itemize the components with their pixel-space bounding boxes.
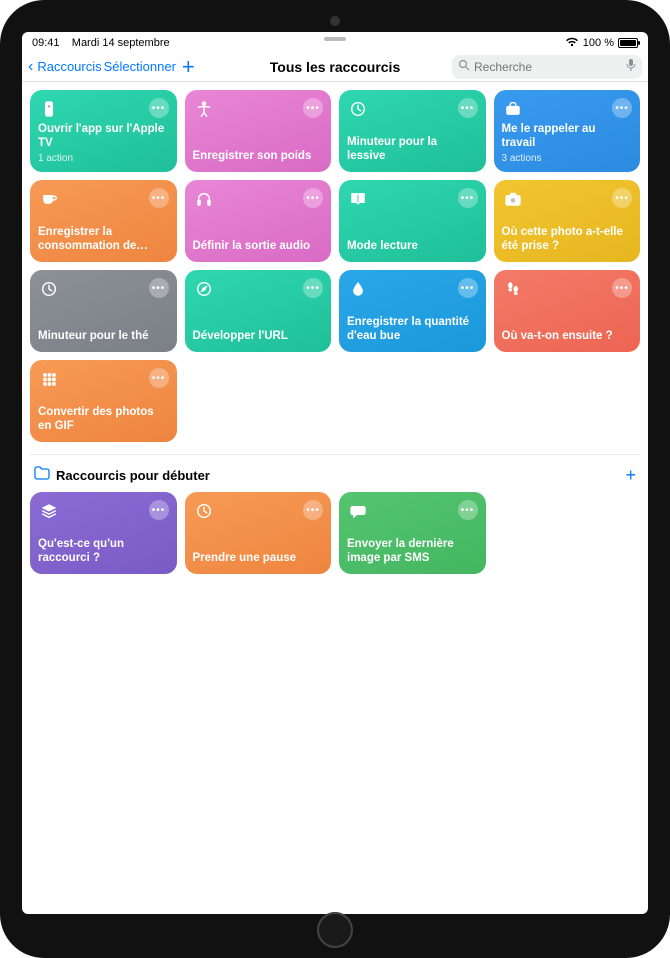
section-header[interactable]: Raccourcis pour débuter + (30, 454, 640, 492)
shortcut-tile[interactable]: ••• Ouvrir l'app sur l'Apple TV 1 action (30, 90, 177, 172)
more-icon[interactable]: ••• (303, 500, 323, 520)
tile-title: Mode lecture (347, 240, 478, 254)
more-icon[interactable]: ••• (303, 98, 323, 118)
clock-icon (38, 278, 60, 300)
shortcut-tile[interactable]: ••• Prendre une pause (185, 492, 332, 574)
more-icon[interactable]: ••• (303, 278, 323, 298)
appletv-remote-icon (38, 98, 60, 120)
content-scroll[interactable]: •••Ouvrir l'app sur l'Apple TV1 action••… (22, 82, 648, 914)
tile-title: Où cette photo a-t-elle été prise ? (502, 226, 633, 254)
wifi-icon (565, 37, 579, 50)
shortcut-tile[interactable]: ••• Mode lecture (339, 180, 486, 262)
tile-title: Prendre une pause (193, 552, 324, 566)
shortcut-tile[interactable]: ••• Enregistrer la quantité d'eau bue (339, 270, 486, 352)
more-icon[interactable]: ••• (458, 500, 478, 520)
more-icon[interactable]: ••• (149, 278, 169, 298)
more-icon[interactable]: ••• (458, 188, 478, 208)
select-button[interactable]: Sélectionner (104, 59, 176, 74)
drop-icon (347, 278, 369, 300)
status-right: 100 % (565, 37, 638, 50)
shortcut-tile[interactable]: ••• Enregistrer son poids (185, 90, 332, 172)
camera-dot (330, 16, 340, 26)
shortcut-tile[interactable]: ••• Envoyer la dernière image par SMS (339, 492, 486, 574)
shortcut-tile[interactable]: ••• Convertir des photos en GIF (30, 360, 177, 442)
tile-title: Enregistrer la quantité d'eau bue (347, 316, 478, 344)
status-left: 09:41 Mardi 14 septembre (32, 37, 170, 49)
shortcut-tile[interactable]: ••• Qu'est-ce qu'un raccourci ? (30, 492, 177, 574)
tile-subtitle: 3 actions (502, 153, 633, 164)
grid-icon (38, 368, 60, 390)
more-icon[interactable]: ••• (458, 98, 478, 118)
more-icon[interactable]: ••• (149, 368, 169, 388)
chevron-left-icon: ‹ (28, 59, 33, 75)
add-shortcut-button[interactable]: + (182, 56, 195, 78)
camera-icon (502, 188, 524, 210)
shortcut-tile[interactable]: ••• Minuteur pour la lessive (339, 90, 486, 172)
book-icon (347, 188, 369, 210)
page-title: Tous les raccourcis (270, 59, 400, 75)
tile-title: Enregistrer la consommation de… (38, 226, 169, 254)
tile-title: Définir la sortie audio (193, 240, 324, 254)
accessibility-icon (193, 98, 215, 120)
tile-title: Où va-t-on ensuite ? (502, 330, 633, 344)
shortcuts-grid: •••Ouvrir l'app sur l'Apple TV1 action••… (30, 90, 640, 442)
section-add-button[interactable]: + (625, 465, 636, 486)
tile-title: Enregistrer son poids (193, 150, 324, 164)
cup-icon (38, 188, 60, 210)
section-title: Raccourcis pour débuter (56, 468, 619, 483)
tile-title: Ouvrir l'app sur l'Apple TV (38, 123, 169, 151)
screen: 09:41 Mardi 14 septembre 100 % ‹ Raccour… (22, 32, 648, 914)
starter-grid: ••• Qu'est-ce qu'un raccourci ? ••• Prendre… (30, 492, 640, 574)
tile-subtitle: 1 action (38, 153, 169, 164)
more-icon[interactable]: ••• (612, 278, 632, 298)
folder-icon (34, 466, 50, 485)
more-icon[interactable]: ••• (458, 278, 478, 298)
shortcut-tile[interactable]: ••• Développer l'URL (185, 270, 332, 352)
back-label: Raccourcis (37, 59, 101, 74)
more-icon[interactable]: ••• (303, 188, 323, 208)
layers-icon (38, 500, 60, 522)
home-button[interactable] (317, 912, 353, 948)
tile-title: Minuteur pour la lessive (347, 136, 478, 164)
device-frame: 09:41 Mardi 14 septembre 100 % ‹ Raccour… (0, 0, 670, 958)
tile-title: Me le rappeler au travail (502, 123, 633, 151)
more-icon[interactable]: ••• (149, 98, 169, 118)
status-time: 09:41 (32, 37, 60, 49)
battery-icon (618, 38, 638, 48)
back-button[interactable]: ‹ Raccourcis (28, 59, 102, 75)
search-icon (458, 59, 470, 74)
shortcut-tile[interactable]: ••• Où cette photo a-t-elle été prise ? (494, 180, 641, 262)
headphones-icon (193, 188, 215, 210)
tile-title: Convertir des photos en GIF (38, 406, 169, 434)
tile-title: Développer l'URL (193, 330, 324, 344)
tile-title: Envoyer la dernière image par SMS (347, 538, 478, 566)
nav-bar: ‹ Raccourcis Sélectionner + Tous les rac… (22, 52, 648, 82)
search-field[interactable] (452, 55, 642, 79)
multitask-pill (324, 37, 346, 41)
shortcut-tile[interactable]: ••• Où va-t-on ensuite ? (494, 270, 641, 352)
compass-icon (193, 278, 215, 300)
shortcut-tile[interactable]: ••• Enregistrer la consommation de… (30, 180, 177, 262)
more-icon[interactable]: ••• (612, 188, 632, 208)
more-icon[interactable]: ••• (149, 188, 169, 208)
shortcut-tile[interactable]: ••• Me le rappeler au travail 3 actions (494, 90, 641, 172)
speech-icon (347, 500, 369, 522)
battery-text: 100 % (583, 37, 614, 49)
tile-title: Minuteur pour le thé (38, 330, 169, 344)
clock-icon (347, 98, 369, 120)
status-bar: 09:41 Mardi 14 septembre 100 % (22, 32, 648, 52)
footsteps-icon (502, 278, 524, 300)
shortcut-tile[interactable]: ••• Définir la sortie audio (185, 180, 332, 262)
more-icon[interactable]: ••• (149, 500, 169, 520)
briefcase-icon (502, 98, 524, 120)
shortcut-tile[interactable]: ••• Minuteur pour le thé (30, 270, 177, 352)
status-date: Mardi 14 septembre (72, 37, 170, 49)
tile-title: Qu'est-ce qu'un raccourci ? (38, 538, 169, 566)
more-icon[interactable]: ••• (612, 98, 632, 118)
mic-icon[interactable] (626, 58, 636, 75)
search-input[interactable] (474, 60, 622, 74)
clock-icon (193, 500, 215, 522)
